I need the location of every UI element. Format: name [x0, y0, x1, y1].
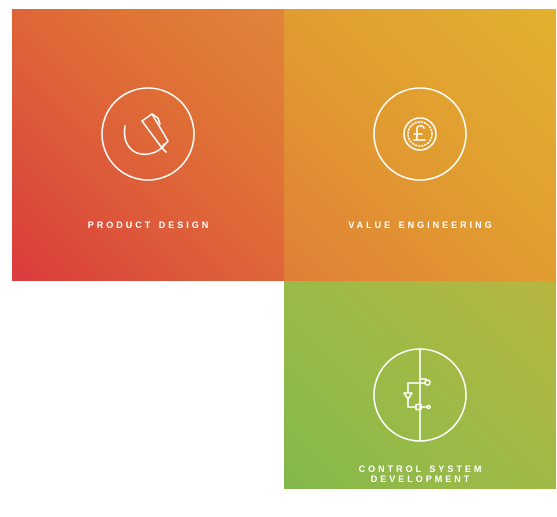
pencil-icon	[100, 86, 196, 182]
control-system-development-tile[interactable]: CONTROL SYSTEM DEVELOPMENT	[284, 281, 556, 489]
product-design-label: PRODUCT DESIGN	[87, 220, 212, 230]
product-design-tile[interactable]: PRODUCT DESIGN	[12, 9, 284, 281]
control-system-label-line2: DEVELOPMENT	[370, 474, 473, 484]
value-engineering-label: VALUE ENGINEERING	[348, 220, 495, 230]
pound-coin-icon	[372, 86, 468, 182]
circuit-icon	[372, 347, 468, 443]
control-system-label-line1: CONTROL SYSTEM	[358, 464, 485, 474]
control-system-development-label: CONTROL SYSTEM DEVELOPMENT	[284, 464, 556, 484]
value-engineering-tile[interactable]: VALUE ENGINEERING	[284, 9, 556, 281]
